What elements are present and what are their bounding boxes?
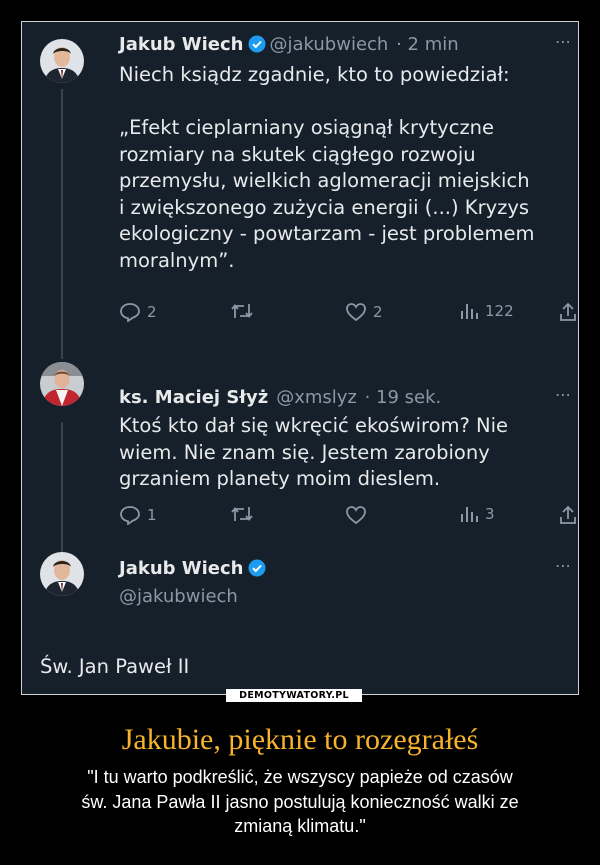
tweet-text: Św. Jan Paweł II: [40, 655, 190, 678]
tweet-thread-screenshot: Jakub Wiech @jakubwiech · 2 min ⋯ Niech k…: [22, 22, 578, 694]
views-button[interactable]: 3: [459, 505, 495, 523]
share-icon: [560, 505, 576, 524]
share-button[interactable]: [559, 505, 577, 525]
author-name[interactable]: Jakub Wiech: [119, 558, 244, 579]
tweet-time[interactable]: · 19 sek.: [365, 387, 442, 408]
thread-line: [61, 422, 63, 552]
subtitle-line: zmianą klimatu.": [234, 816, 366, 836]
tweet-line: i zwiększonego zużycia energii (...) Kry…: [119, 195, 530, 219]
author-name[interactable]: ks. Maciej Słyż: [119, 387, 268, 408]
view-count: 3: [485, 505, 495, 523]
reply-count: 1: [147, 506, 157, 524]
tweet-actions: 2 2 122: [119, 302, 578, 326]
tweet-line: Ktoś kto dał się wkręcić ekoświrom? Nie: [119, 414, 509, 437]
avatar[interactable]: [40, 39, 84, 83]
retweet-button[interactable]: [231, 302, 259, 320]
tweet-line: rozmiary na skutek ciągłego rozwoju: [119, 142, 476, 166]
view-count: 122: [485, 302, 514, 320]
tweet-line: grzaniem planety moim dieslem.: [119, 467, 441, 490]
tweet-line: przemysłu, wielkich aglomeracji miejskic…: [119, 169, 530, 192]
reply-button[interactable]: 1: [119, 505, 157, 525]
thread-line: [61, 89, 63, 359]
tweet-header: Jakub Wiech @jakubwiech: [119, 558, 266, 608]
tweet-time[interactable]: · 2 min: [396, 34, 459, 55]
tweet-header: ks. Maciej Słyż @xmslyz · 19 sek.: [119, 387, 441, 409]
page-title: Jakubie, pięknie to rozegrałeś: [121, 723, 479, 756]
views-button[interactable]: 122: [459, 302, 514, 320]
reply-icon: [120, 506, 140, 525]
more-options-icon[interactable]: ⋯: [555, 385, 572, 404]
verified-badge-icon: [248, 559, 266, 583]
avatar[interactable]: [40, 552, 84, 596]
like-count: 2: [373, 303, 383, 321]
tweet-line: „Efekt cieplarniany osiągnął krytyczne: [119, 116, 495, 139]
tweet-1[interactable]: Jakub Wiech @jakubwiech · 2 min ⋯ Niech k…: [22, 22, 578, 359]
more-options-icon[interactable]: ⋯: [555, 32, 572, 51]
tweet-line: ekologiczny - powtarzam - jest problemem: [119, 222, 535, 245]
subtitle: "I tu warto podkreślić, że wszyscy papie…: [20, 765, 580, 839]
author-handle[interactable]: @jakubwiech: [270, 34, 389, 55]
author-name[interactable]: Jakub Wiech: [119, 34, 244, 55]
views-icon: [461, 304, 478, 319]
tweet-actions: 1 3: [119, 505, 578, 529]
more-options-icon[interactable]: ⋯: [555, 556, 572, 575]
verified-badge-icon: [248, 35, 266, 59]
tweet-line: [119, 89, 559, 116]
avatar[interactable]: [40, 362, 84, 406]
views-icon: [461, 507, 478, 522]
author-handle[interactable]: @jakubwiech: [119, 586, 266, 608]
tweet-header: Jakub Wiech @jakubwiech · 2 min: [119, 34, 459, 59]
subtitle-line: św. Jana Pawła II jasno postulują koniec…: [81, 791, 519, 812]
heart-icon: [346, 303, 366, 322]
reply-count: 2: [147, 303, 157, 321]
heart-icon: [346, 506, 366, 525]
tweet-text: Niech ksiądz zgadnie, kto to powiedział:…: [119, 62, 559, 274]
like-button[interactable]: [345, 505, 373, 525]
author-handle[interactable]: @xmslyz: [276, 387, 357, 408]
reply-button[interactable]: 2: [119, 302, 157, 322]
tweet-text: Ktoś kto dał się wkręcić ekoświrom? Nie …: [119, 413, 559, 493]
tweet-2[interactable]: ks. Maciej Słyż @xmslyz · 19 sek. ⋯ Ktoś …: [22, 352, 578, 552]
tweet-line: Niech ksiądz zgadnie, kto to powiedział:: [119, 63, 510, 86]
retweet-icon: [231, 507, 253, 521]
reply-icon: [120, 303, 140, 322]
share-button[interactable]: [559, 302, 577, 322]
share-icon: [560, 302, 576, 321]
retweet-icon: [231, 304, 253, 318]
retweet-button[interactable]: [231, 505, 259, 523]
subtitle-line: "I tu warto podkreślić, że wszyscy papie…: [87, 767, 513, 787]
tweet-line: wiem. Nie znam się. Jestem zarobiony: [119, 440, 490, 464]
tweet-line: moralnym”.: [119, 248, 235, 272]
watermark-logo: DEMOTYWATORY.PL: [226, 689, 362, 702]
screenshot-frame: Jakub Wiech @jakubwiech · 2 min ⋯ Niech k…: [21, 21, 579, 695]
like-button[interactable]: 2: [345, 302, 383, 322]
